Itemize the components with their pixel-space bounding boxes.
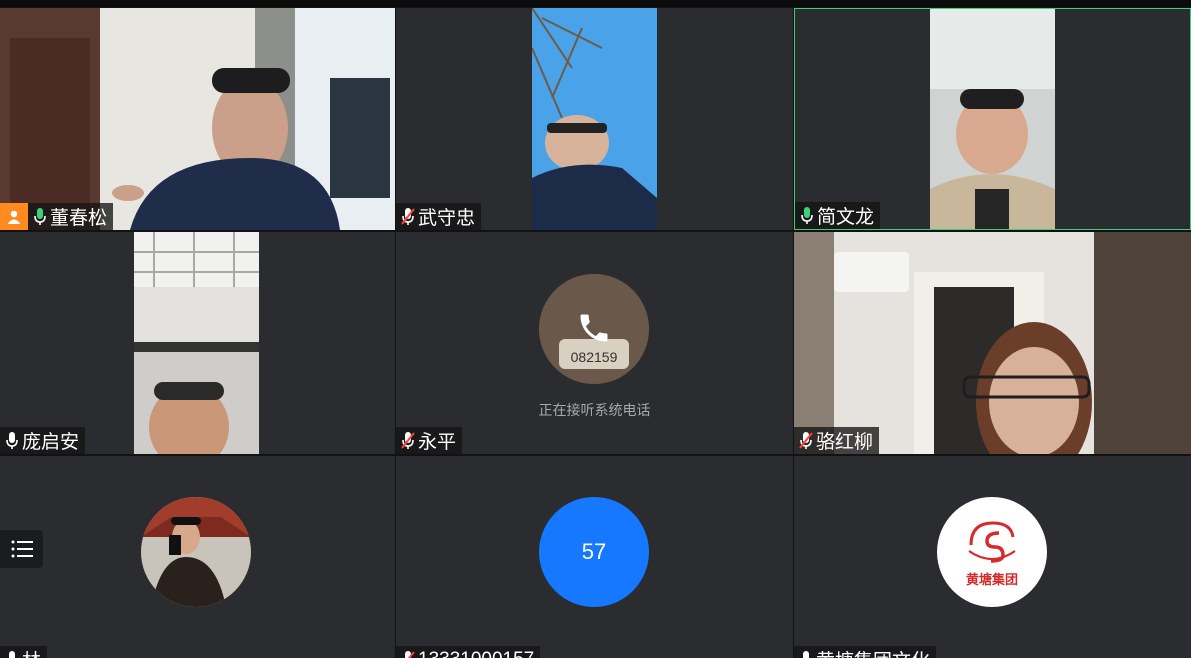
participant-nametag: 庞启安 [0, 427, 86, 454]
window-top-bar [0, 0, 1191, 7]
participant-video [930, 9, 1055, 229]
video-tile-lin[interactable]: 林 [0, 456, 395, 658]
call-status-text: 正在接听系统电话 [538, 402, 651, 418]
participant-list-button[interactable] [0, 530, 43, 568]
microphone-icon [803, 651, 809, 658]
participant-nametag: 简文龙 [795, 202, 881, 229]
video-tile-phone-user[interactable]: 57 13331000157 [396, 456, 793, 658]
video-tile-pang[interactable]: 庞启安 [0, 232, 395, 454]
microphone-muted-icon [401, 432, 415, 449]
license-plate-text: 082159 [571, 349, 618, 365]
participant-video [0, 8, 395, 230]
company-logo [968, 520, 1016, 563]
participant-nametag: 13331000157 [396, 646, 541, 658]
participant-name: 简文龙 [817, 207, 875, 228]
video-tile-wu[interactable]: 武守忠 [396, 8, 793, 230]
avatar-initials: 57 [581, 539, 607, 564]
participant-video [794, 232, 1191, 454]
microphone-icon [801, 207, 813, 224]
participant-video [134, 232, 259, 454]
participant-nametag: 董春松 [28, 203, 114, 230]
company-logo-text: 黄塘集团 [965, 571, 1018, 587]
participant-nametag: 武守忠 [396, 203, 482, 230]
participant-avatar [141, 497, 251, 607]
participant-name: 黄塘集团文化 [816, 646, 930, 658]
participant-nametag: 骆红柳 [794, 427, 880, 454]
host-badge [0, 203, 28, 230]
participant-name: 武守忠 [418, 208, 476, 229]
participant-avatar: 57 [539, 497, 649, 607]
microphone-muted-icon [405, 651, 415, 658]
list-icon [11, 540, 33, 558]
participant-name: 庞启安 [22, 432, 80, 453]
participant-video [532, 8, 657, 230]
participant-name: 董春松 [50, 208, 108, 229]
participant-nametag: 黄塘集团文化 [794, 646, 937, 658]
microphone-muted-icon [401, 208, 415, 225]
video-tile-luo[interactable]: 骆红柳 [794, 232, 1191, 454]
participant-nametag: 林 [0, 646, 48, 658]
participant-name: 林 [22, 646, 41, 658]
participant-avatar: 黄塘集团 [937, 497, 1047, 607]
participant-nametag: 永平 [396, 427, 463, 454]
user-icon [7, 210, 21, 224]
video-tile-huangtang[interactable]: 黄塘集团 黄塘集团文化 [794, 456, 1191, 658]
microphone-icon [34, 208, 46, 225]
participant-name: 13331000157 [418, 649, 534, 658]
video-tile-dong[interactable]: 董春松 [0, 8, 395, 230]
microphone-icon [9, 651, 15, 658]
participant-name: 永平 [418, 432, 457, 453]
video-tile-yongping[interactable]: 082159 正在接听系统电话 永平 [396, 232, 793, 454]
phone-icon [580, 314, 608, 342]
microphone-muted-icon [799, 432, 813, 449]
participant-name: 骆红柳 [816, 432, 874, 453]
video-tile-jian[interactable]: 简文龙 [794, 8, 1191, 230]
microphone-icon [6, 432, 18, 449]
